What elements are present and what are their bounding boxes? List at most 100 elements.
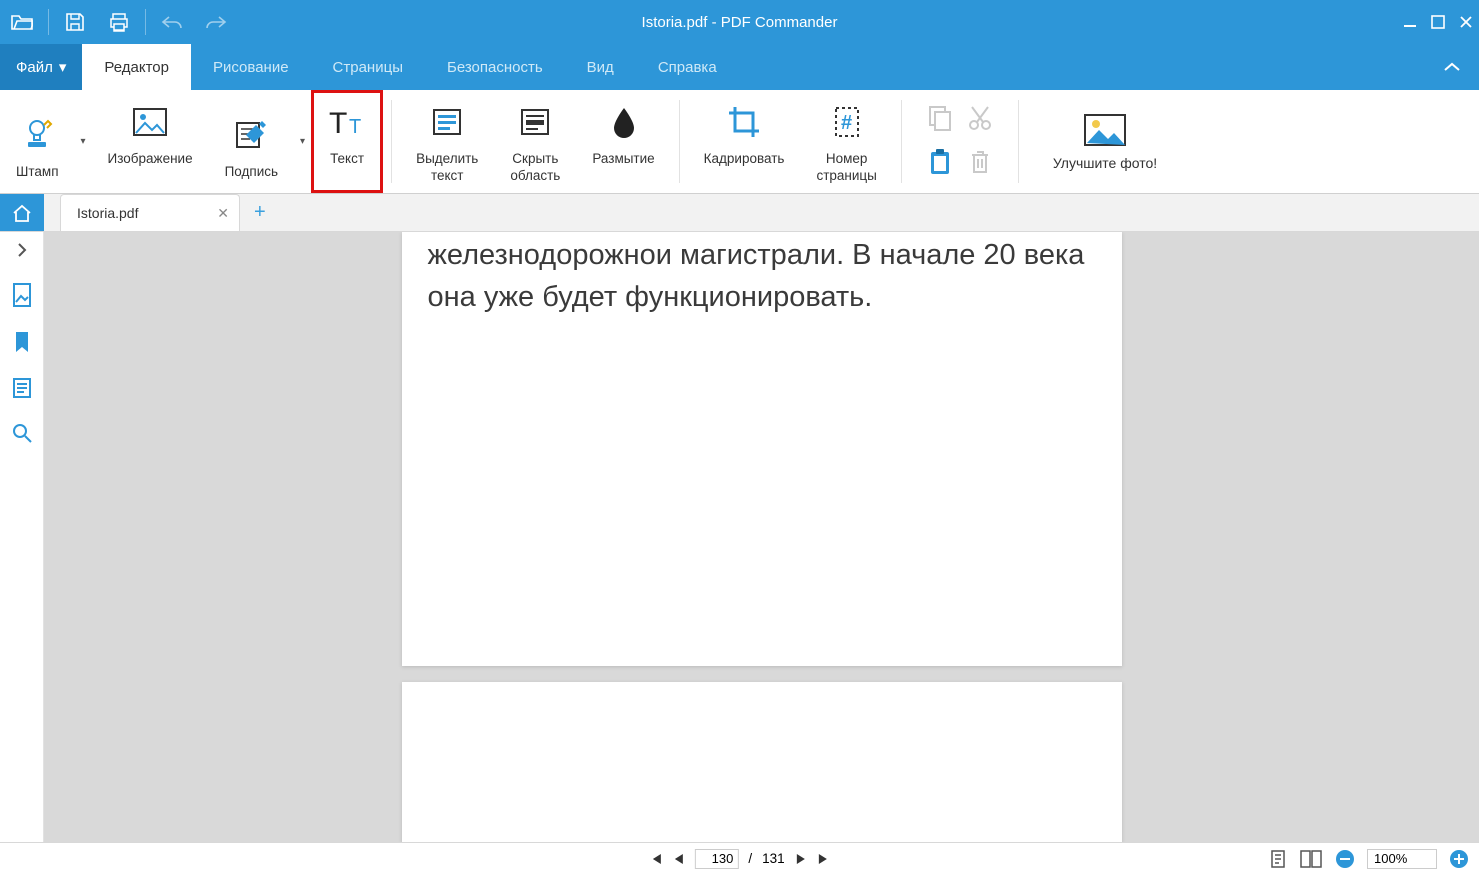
crop-button[interactable]: Кадрировать [688,90,801,193]
crop-icon [727,100,761,144]
menu-editor[interactable]: Редактор [82,44,191,90]
attachments-button[interactable] [11,376,33,400]
print-button[interactable] [97,0,141,44]
search-button[interactable] [11,422,33,444]
save-button[interactable] [53,0,97,44]
document-tab[interactable]: Istoria.pdf ✕ [60,194,240,231]
stamp-button[interactable]: Штамп [0,103,75,180]
ribbon-separator [901,100,902,183]
thumbnails-button[interactable] [11,282,33,308]
menu-item-label: Редактор [104,59,169,76]
tab-strip: Istoria.pdf ✕ + [0,194,1479,232]
collapse-ribbon-button[interactable] [1443,44,1461,90]
highlight-icon [431,100,463,144]
stamp-dropdown[interactable]: ▾ [75,103,92,180]
tab-label: Istoria.pdf [77,205,138,221]
ribbon-group-mark: Выделить текст Скрыть область Размытие [400,90,671,193]
signature-dropdown[interactable]: ▾ [294,103,311,180]
menu-pages[interactable]: Страницы [311,44,425,90]
highlight-text-button[interactable]: Выделить текст [400,90,494,193]
separator [48,9,49,35]
undo-button[interactable] [150,0,194,44]
menu-help[interactable]: Справка [636,44,739,90]
image-label: Изображение [108,150,193,167]
cut-button[interactable] [968,105,992,131]
page-number-button[interactable]: # Номер страницы [800,90,892,193]
maximize-button[interactable] [1431,15,1445,29]
signature-label: Подпись [225,163,278,180]
ribbon-separator [391,100,392,183]
total-pages: 131 [762,851,785,866]
page-viewer[interactable]: железнодорожнои магистрали. В начале 20 … [44,232,1479,842]
signature-icon [234,113,268,157]
hide-area-button[interactable]: Скрыть область [494,90,576,193]
window-controls [1403,0,1473,44]
image-button[interactable]: Изображение [92,90,209,193]
svg-text:#: # [841,112,852,134]
zoom-in-button[interactable] [1449,849,1469,869]
zoom-input[interactable] [1367,849,1437,869]
promo-icon [1083,113,1127,147]
zoom-out-button[interactable] [1335,849,1355,869]
menu-security[interactable]: Безопасность [425,44,565,90]
menu-bar: Файл ▾ Редактор Рисование Страницы Безоп… [0,44,1479,90]
bookmarks-button[interactable] [12,330,32,354]
page-separator: / [748,851,752,866]
first-page-button[interactable] [648,852,662,866]
home-button[interactable] [0,194,44,231]
page-navigation: / 131 [648,849,830,869]
menu-view[interactable]: Вид [565,44,636,90]
redo-button[interactable] [194,0,238,44]
text-label: Текст [330,150,364,167]
page-gap [44,666,1479,682]
delete-button[interactable] [969,149,991,175]
promo-button[interactable]: Улучшите фото! [1027,90,1183,193]
ribbon-separator [1018,100,1019,183]
text-icon: TT [327,100,367,144]
text-button[interactable]: TT Текст [311,90,383,193]
blur-button[interactable]: Размытие [576,90,670,193]
ribbon-separator [679,100,680,183]
menu-file[interactable]: Файл ▾ [0,44,82,90]
ribbon-group-page: Кадрировать # Номер страницы [688,90,893,193]
signature-button[interactable]: Подпись [209,103,294,180]
current-page-input[interactable] [694,849,738,869]
crop-label: Кадрировать [704,150,785,167]
promo-label: Улучшите фото! [1053,155,1157,171]
menu-item-label: Безопасность [447,59,543,76]
status-bar: / 131 [0,842,1479,874]
side-panel [0,232,44,842]
new-tab-button[interactable]: + [240,194,280,231]
ribbon: Штамп ▾ Изображение Подпись ▾ TT Текст [0,90,1479,194]
two-page-view-button[interactable] [1299,849,1323,869]
document-page [402,682,1122,842]
ribbon-clipboard [910,90,1010,193]
title-bar-left [0,0,238,44]
single-page-view-button[interactable] [1269,849,1287,869]
document-text: железнодорожнои магистрали. В начале 20 … [428,232,1096,318]
close-button[interactable] [1459,15,1473,29]
svg-text:T: T [329,107,347,139]
tab-close-button[interactable]: ✕ [217,205,229,222]
chevron-down-icon: ▾ [59,58,67,76]
blur-icon [611,100,637,144]
open-file-button[interactable] [0,0,44,44]
menu-item-label: Справка [658,59,717,76]
stamp-label: Штамп [16,163,59,180]
separator [145,9,146,35]
last-page-button[interactable] [817,852,831,866]
title-bar: Istoria.pdf - PDF Commander [0,0,1479,44]
page-number-label: Номер страницы [816,150,876,184]
minimize-button[interactable] [1403,15,1417,29]
expand-panel-button[interactable] [15,240,29,260]
prev-page-button[interactable] [672,852,684,866]
workspace: железнодорожнои магистрали. В начале 20 … [0,232,1479,842]
paste-button[interactable] [928,148,952,176]
copy-button[interactable] [928,105,952,131]
ribbon-group-insert: Штамп ▾ Изображение Подпись ▾ TT Текст [0,90,383,193]
hide-area-label: Скрыть область [510,150,560,184]
status-right [1269,849,1469,869]
svg-text:T: T [349,116,361,138]
next-page-button[interactable] [795,852,807,866]
menu-drawing[interactable]: Рисование [191,44,311,90]
